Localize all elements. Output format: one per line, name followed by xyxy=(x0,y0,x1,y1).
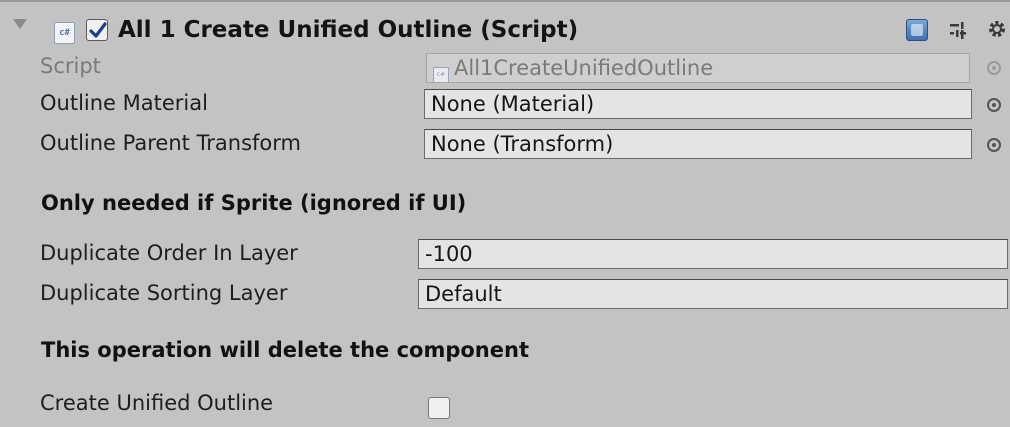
component-header: c# All 1 Create Unified Outline (Script) xyxy=(0,12,1010,52)
outline-parent-transform-value: None (Transform) xyxy=(431,132,614,156)
outline-parent-transform-field[interactable]: None (Transform) xyxy=(424,129,972,159)
outline-parent-transform-label: Outline Parent Transform xyxy=(40,131,302,155)
duplicate-order-input[interactable]: -100 xyxy=(418,239,1008,269)
help-book-icon[interactable] xyxy=(906,19,928,41)
script-field-value: All1CreateUnifiedOutline xyxy=(454,56,714,80)
create-unified-outline-checkbox[interactable] xyxy=(428,397,450,419)
checkmark-icon xyxy=(89,22,107,38)
outline-material-value: None (Material) xyxy=(431,92,595,116)
foldout-arrow-icon[interactable] xyxy=(13,19,27,29)
outline-material-field[interactable]: None (Material) xyxy=(424,89,972,119)
duplicate-sorting-value: Default xyxy=(425,282,502,306)
create-unified-outline-row: Create Unified Outline xyxy=(0,389,1010,421)
create-unified-outline-label: Create Unified Outline xyxy=(40,391,274,415)
object-picker-icon[interactable] xyxy=(987,138,1001,152)
gear-icon[interactable] xyxy=(986,18,1010,42)
csharp-script-icon: c# xyxy=(54,22,75,44)
presets-sliders-icon[interactable] xyxy=(947,19,969,41)
component-title: All 1 Create Unified Outline (Script) xyxy=(118,17,579,43)
component-enabled-checkbox[interactable] xyxy=(86,19,108,41)
outline-parent-transform-row: Outline Parent Transform None (Transform… xyxy=(0,128,1010,160)
script-field[interactable]: c# All1CreateUnifiedOutline xyxy=(426,53,970,83)
script-label: Script xyxy=(40,54,101,78)
duplicate-sorting-row: Duplicate Sorting Layer Default xyxy=(0,279,1010,311)
outline-material-label: Outline Material xyxy=(40,91,208,115)
delete-warning-header: This operation will delete the component xyxy=(41,338,529,362)
outline-material-row: Outline Material None (Material) xyxy=(0,88,1010,120)
sprite-section-header: Only needed if Sprite (ignored if UI) xyxy=(41,191,467,215)
object-picker-icon[interactable] xyxy=(987,61,1001,75)
duplicate-order-label: Duplicate Order In Layer xyxy=(40,241,298,265)
duplicate-sorting-label: Duplicate Sorting Layer xyxy=(40,281,288,305)
inspector-panel: c# All 1 Create Unified Outline (Script) xyxy=(0,0,1010,427)
duplicate-order-row: Duplicate Order In Layer -100 xyxy=(0,239,1010,271)
object-picker-icon[interactable] xyxy=(987,98,1001,112)
script-row: Script c# All1CreateUnifiedOutline xyxy=(0,52,1010,84)
script-file-icon: c# xyxy=(433,67,449,82)
duplicate-order-value: -100 xyxy=(425,242,473,266)
duplicate-sorting-dropdown[interactable]: Default xyxy=(418,279,1008,309)
